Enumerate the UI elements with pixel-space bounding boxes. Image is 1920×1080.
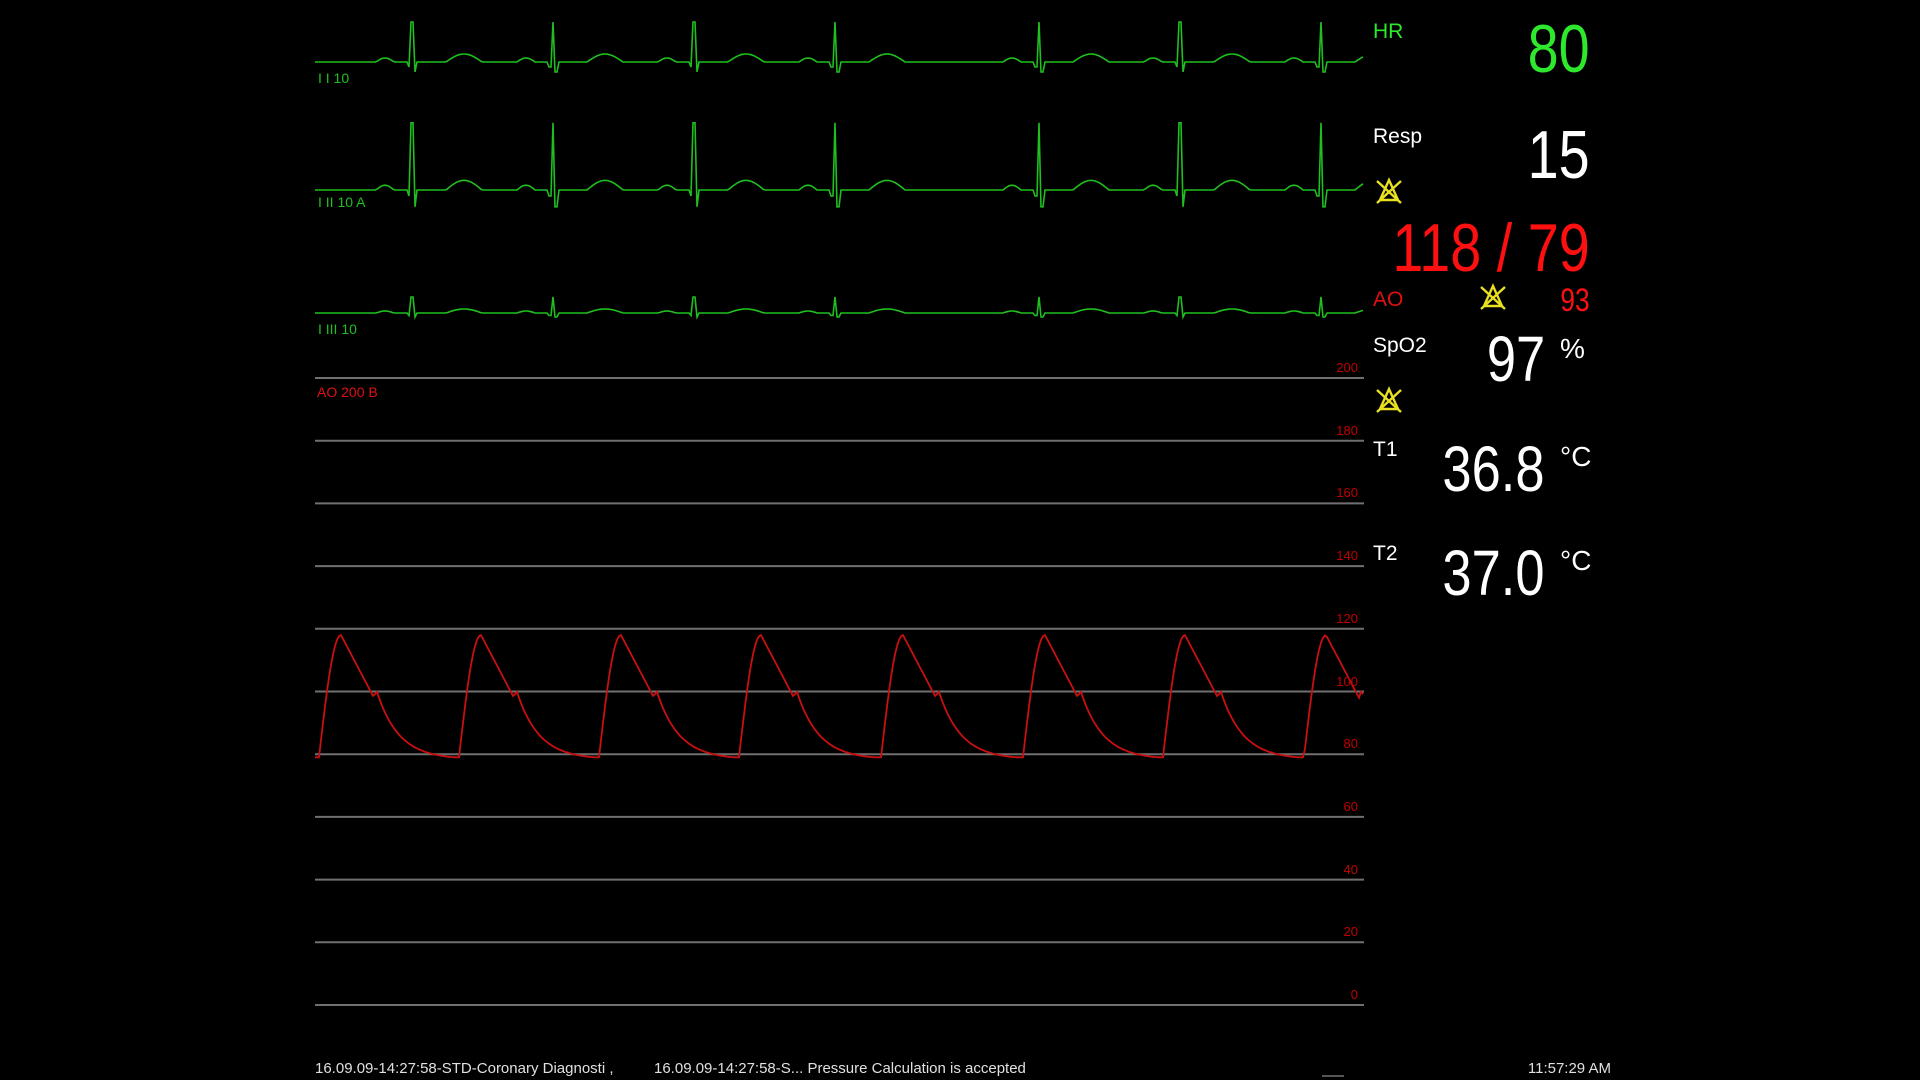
resp-value: 15 xyxy=(1527,117,1590,193)
pressure-grid xyxy=(315,377,1364,1006)
clock-time: 11:57:29 AM xyxy=(1527,1060,1611,1077)
arterial-pressure-waveform xyxy=(315,633,1364,759)
spo2-alarm-off-icon[interactable] xyxy=(1374,385,1404,415)
ecg-lead-i-waveform xyxy=(315,21,1364,73)
ecg-lead-iii-waveform xyxy=(315,296,1364,320)
scale-tick-label: 0 xyxy=(1350,987,1358,1002)
spo2-unit: % xyxy=(1560,333,1585,364)
status-message-1[interactable]: 16.09.09-14:27:58-STD-Coronary Diagnosti… xyxy=(315,1060,614,1077)
scale-tick-label: 160 xyxy=(1336,485,1358,501)
lead-ii-label: I II 10 A xyxy=(318,194,366,210)
waveform-area xyxy=(315,21,1364,1006)
ecg-lead-ii-waveform xyxy=(315,122,1364,208)
ao-mean-value: 93 xyxy=(1560,282,1590,318)
scale-tick-label: 100 xyxy=(1336,673,1358,689)
lead-i-label: I I 10 xyxy=(318,70,350,86)
scale-tick-label: 200 xyxy=(1336,360,1358,375)
status-bar: 16.09.09-14:27:58-STD-Coronary Diagnosti… xyxy=(315,1060,1611,1080)
patient-monitor-screen: I I 10 I II 10 A I III 10 AO 200 B 200 18… xyxy=(0,0,1920,1080)
resp-alarm-off-icon[interactable] xyxy=(1374,176,1404,206)
spo2-value: 97 xyxy=(1486,323,1545,395)
ao-trace-label: AO 200 B xyxy=(317,384,378,400)
ao-systolic-diastolic-value: 118 / 79 xyxy=(1392,210,1590,286)
t1-unit: °C xyxy=(1560,441,1592,472)
spo2-label: SpO2 xyxy=(1373,334,1427,357)
t1-label: T1 xyxy=(1373,438,1398,461)
scale-tick-label: 140 xyxy=(1336,548,1358,564)
t1-value: 36.8 xyxy=(1442,433,1545,505)
status-message-2[interactable]: 16.09.09-14:27:58-S... Pressure Calculat… xyxy=(654,1060,1026,1077)
t2-label: T2 xyxy=(1373,542,1398,565)
scale-tick-label: 20 xyxy=(1343,924,1358,940)
scale-tick-label: 60 xyxy=(1343,798,1358,814)
scale-tick-label: 180 xyxy=(1336,422,1358,438)
ao-alarm-off-icon[interactable] xyxy=(1478,282,1508,312)
resp-label: Resp xyxy=(1373,125,1423,148)
scale-tick-label: 40 xyxy=(1343,861,1358,877)
hr-value: 80 xyxy=(1527,11,1590,87)
scale-tick-label: 80 xyxy=(1343,736,1358,752)
hr-label: HR xyxy=(1373,20,1404,43)
network-icon xyxy=(1322,1063,1344,1077)
scale-tick-label: 120 xyxy=(1336,610,1358,626)
ao-label: AO xyxy=(1373,288,1404,311)
t2-value: 37.0 xyxy=(1442,537,1545,609)
t2-unit: °C xyxy=(1560,545,1592,576)
lead-iii-label: I III 10 xyxy=(318,321,357,337)
